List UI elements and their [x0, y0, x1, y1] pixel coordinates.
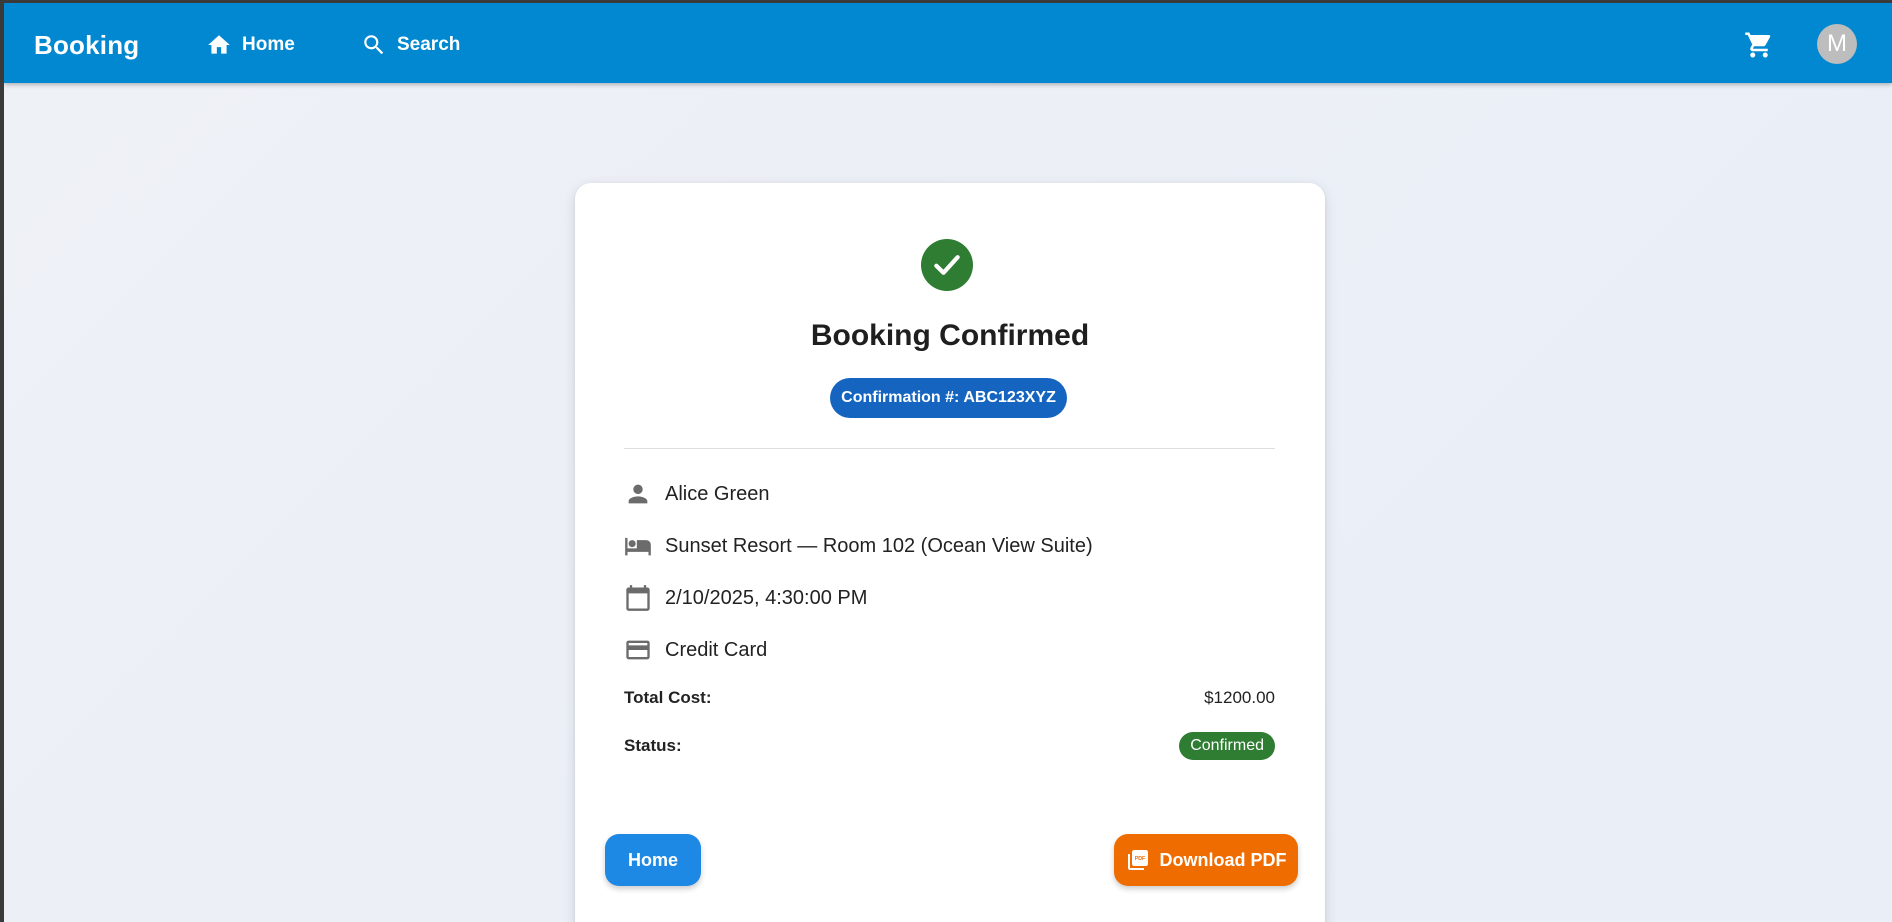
- svg-text:PDF: PDF: [1134, 856, 1144, 862]
- person-icon: [628, 484, 648, 504]
- cart-button[interactable]: [1744, 30, 1774, 60]
- hotel-icon: [625, 537, 651, 556]
- page-title: Booking Confirmed: [810, 319, 1090, 352]
- app-bar: Booking Home Search M: [4, 3, 1892, 83]
- calendar-icon: [626, 585, 650, 611]
- guest-name: Alice Green: [665, 482, 770, 505]
- confirmation-label: Confirmation #:: [841, 389, 960, 406]
- confirmation-card: Booking Confirmed Confirmation #: ABC123…: [575, 183, 1325, 922]
- search-icon: [364, 35, 384, 55]
- nav-home-label: Home: [242, 34, 295, 55]
- divider: [624, 448, 1275, 449]
- nav-search-label: Search: [397, 34, 461, 55]
- nav-search-button[interactable]: Search: [361, 25, 460, 65]
- room-info: Sunset Resort — Room 102 (Ocean View Sui…: [665, 534, 1093, 557]
- home-button[interactable]: Home: [605, 834, 701, 886]
- credit-card-icon: [626, 640, 650, 660]
- check-circle-icon: [921, 239, 973, 291]
- guest-name-row: Alice Green: [624, 479, 770, 509]
- download-pdf-label: Download PDF: [1159, 849, 1287, 870]
- status-label: Status:: [624, 736, 682, 755]
- user-avatar[interactable]: M: [1817, 24, 1857, 64]
- payment-method: Credit Card: [665, 638, 768, 661]
- status-row: Status: Confirmed: [624, 731, 1275, 761]
- download-pdf-button[interactable]: PDF Download PDF: [1114, 834, 1298, 886]
- confirmation-number-badge: Confirmation #: ABC123XYZ: [830, 378, 1067, 418]
- date-row: 2/10/2025, 4:30:00 PM: [624, 583, 867, 613]
- brand-title[interactable]: Booking: [34, 30, 139, 61]
- total-cost-value: $1200.00: [1204, 688, 1275, 707]
- payment-row: Credit Card: [624, 635, 767, 665]
- home-icon: [208, 35, 230, 54]
- nav-home-button[interactable]: Home: [206, 25, 295, 65]
- total-cost-row: Total Cost: $1200.00: [624, 683, 1275, 713]
- shopping-cart-icon: [1745, 32, 1771, 58]
- room-row: Sunset Resort — Room 102 (Ocean View Sui…: [624, 531, 1093, 561]
- booking-date: 2/10/2025, 4:30:00 PM: [665, 586, 868, 609]
- total-cost-label: Total Cost:: [624, 688, 712, 707]
- pdf-icon: PDF: [1127, 850, 1148, 870]
- app-window: Booking Home Search M Booking Confirmed …: [4, 3, 1892, 922]
- status-badge: Confirmed: [1179, 732, 1275, 760]
- confirmation-number: ABC123XYZ: [963, 389, 1056, 406]
